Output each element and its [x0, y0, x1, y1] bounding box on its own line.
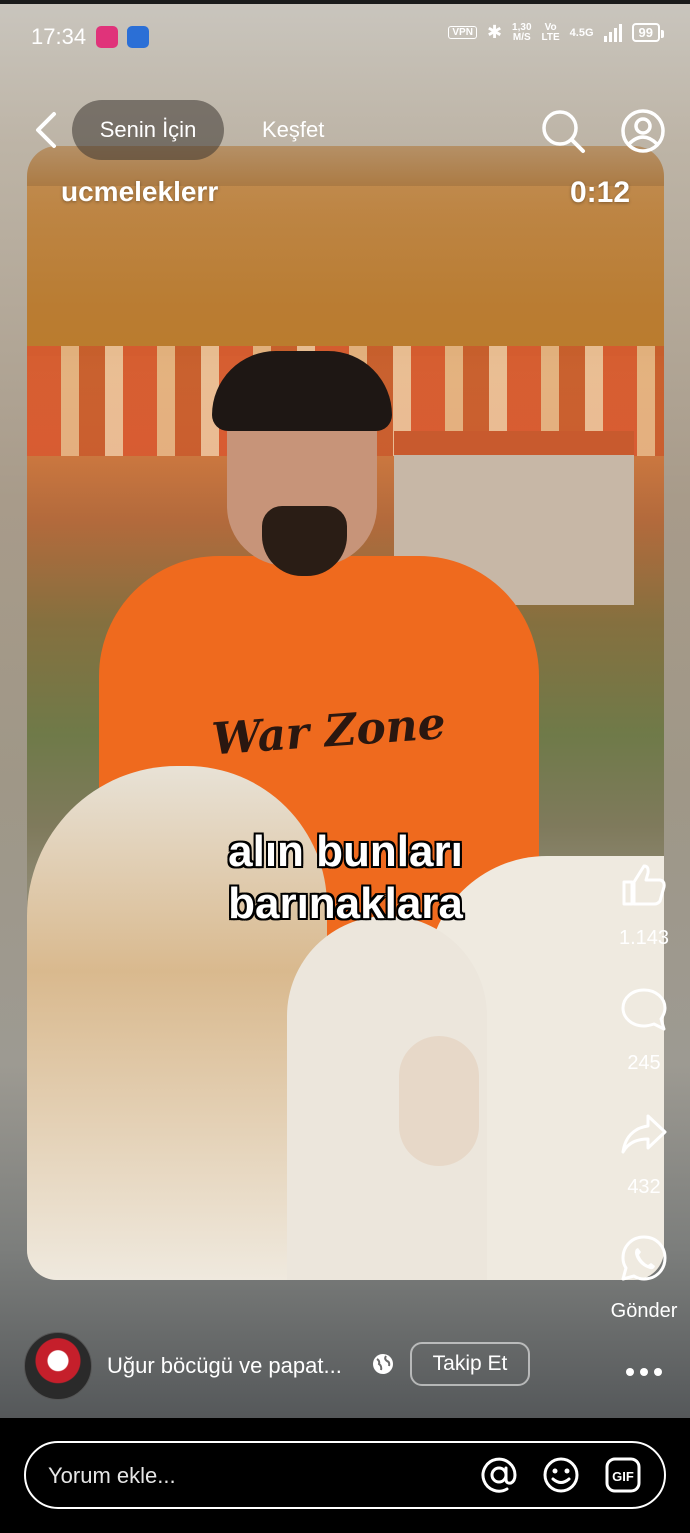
whatsapp-icon[interactable]	[620, 1234, 668, 1282]
signal-icon	[603, 23, 622, 42]
like-count: 1.143	[618, 927, 670, 949]
video-dog-snout	[399, 1036, 479, 1166]
volte-indicator: Vo LTE	[541, 21, 560, 43]
speed-unit: M/S	[512, 31, 531, 43]
avatar[interactable]	[24, 1332, 92, 1400]
status-right-group: VPN ✱ 1,30 M/S Vo LTE 4.5G 99	[448, 21, 665, 43]
share-count: 432	[627, 1176, 661, 1198]
speed-value: 1,30	[512, 21, 532, 33]
video-player[interactable]: War Zone ucmeleklerr 0:12 alın bunları b…	[27, 146, 664, 1280]
globe-icon	[373, 1354, 393, 1374]
svg-text:GIF: GIF	[612, 1469, 634, 1484]
video-timer: 0:12	[569, 176, 630, 209]
vpn-badge: VPN	[448, 26, 477, 39]
comment-placeholder: Yorum ekle...	[48, 1463, 176, 1488]
caption-line-1: alın bunları	[228, 827, 463, 876]
status-time: 17:34	[31, 24, 87, 49]
bluetooth-icon: ✱	[486, 22, 503, 42]
battery-indicator: 99	[631, 23, 665, 42]
comment-icon[interactable]	[620, 986, 668, 1034]
sound-title[interactable]: Uğur böcügü ve papat...	[107, 1353, 342, 1379]
share-icon[interactable]	[620, 1110, 668, 1158]
video-hill	[27, 186, 664, 356]
network-speed: 1,30 M/S	[512, 21, 532, 43]
follow-button-label: Takip Et	[432, 1352, 508, 1375]
send-label[interactable]: Gönder	[596, 1300, 690, 1323]
gif-icon[interactable]: GIF	[604, 1456, 642, 1494]
mention-icon[interactable]	[480, 1456, 518, 1494]
caption-line-2: barınaklara	[228, 879, 463, 928]
like-icon[interactable]	[620, 860, 668, 908]
more-options-icon[interactable]	[624, 1360, 664, 1384]
video-caption: alın bunları barınaklara	[27, 826, 664, 930]
volte-bottom: LTE	[541, 31, 560, 43]
tab-senin-icin[interactable]: Senin İçin	[72, 100, 224, 160]
video-uploader-name: ucmeleklerr	[61, 176, 219, 207]
tab-senin-icin-label: Senin İçin	[99, 117, 197, 142]
emoji-icon[interactable]	[542, 1456, 580, 1494]
profile-icon[interactable]	[620, 108, 666, 154]
comment-count: 245	[627, 1052, 661, 1074]
tab-kesfet[interactable]: Keşfet	[262, 117, 324, 143]
video-person-hair	[212, 351, 392, 431]
app-notification-icon	[96, 26, 118, 48]
back-arrow-icon[interactable]	[30, 110, 66, 150]
search-icon[interactable]	[540, 108, 586, 154]
follow-button[interactable]: Takip Et	[410, 1342, 530, 1386]
status-bar: 17:34 VPN ✱ 1,30 M/S Vo LTE 4.5G 99	[0, 4, 690, 68]
shield-icon	[127, 26, 149, 48]
network-type: 4.5G	[569, 26, 594, 39]
volte-top: Vo	[544, 21, 557, 33]
